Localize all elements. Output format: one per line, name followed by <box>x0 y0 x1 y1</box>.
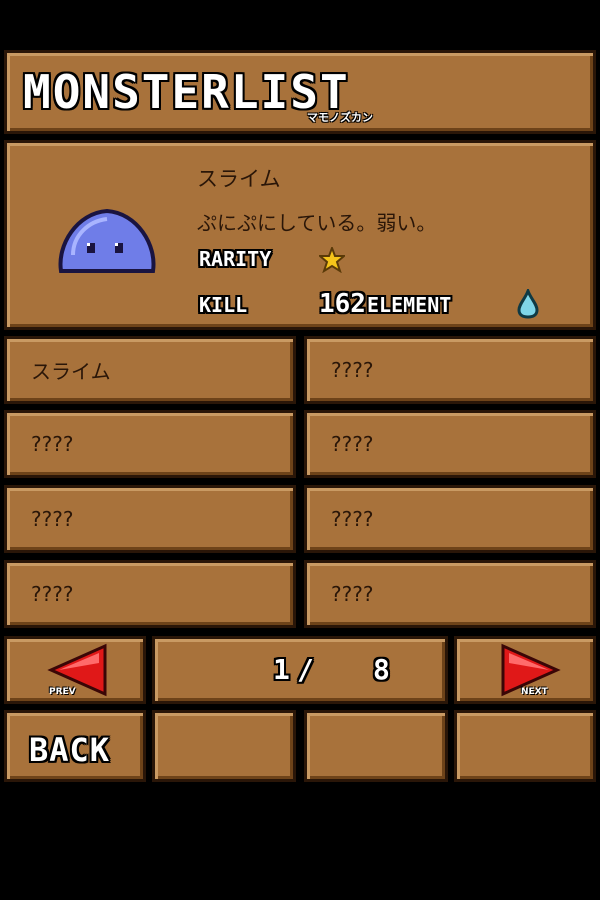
list-item-label: スライム <box>31 359 111 384</box>
list-item[interactable]: ???? <box>304 560 596 628</box>
back-label: BACK <box>29 731 111 769</box>
list-item-label: ???? <box>331 582 374 606</box>
list-item[interactable]: ???? <box>304 485 596 553</box>
header-panel: MONSTERLIST マモノズカン <box>4 50 596 134</box>
monster-detail-panel: スライム ぷにぷにしている。弱い。 RARITY KILL 162 ELEMEN… <box>4 140 596 330</box>
rarity-star-icon <box>319 247 345 273</box>
monster-name: スライム <box>197 167 281 191</box>
list-item-label: ???? <box>31 432 74 456</box>
next-button[interactable]: NEXT <box>454 636 596 704</box>
next-label: NEXT <box>521 687 548 697</box>
empty-slot <box>454 710 596 782</box>
page-separator: / <box>297 653 314 686</box>
monster-description: ぷにぷにしている。弱い。 <box>197 211 437 235</box>
page-indicator: 1 / 8 <box>152 636 448 704</box>
list-item-label: ???? <box>331 358 374 382</box>
empty-slot <box>152 710 296 782</box>
list-item[interactable]: ???? <box>304 336 596 404</box>
rarity-label: RARITY <box>199 247 272 271</box>
list-item-label: ???? <box>331 432 374 456</box>
element-label: ELEMENT <box>367 293 452 317</box>
prev-button[interactable]: PREV <box>4 636 146 704</box>
list-item[interactable]: ???? <box>4 410 296 478</box>
list-item[interactable]: ???? <box>4 485 296 553</box>
water-drop-icon <box>517 289 539 319</box>
list-item[interactable]: ???? <box>304 410 596 478</box>
page-total: 8 <box>373 653 390 686</box>
slime-icon <box>58 208 156 273</box>
empty-slot <box>304 710 448 782</box>
page-title: MONSTERLIST <box>23 65 350 119</box>
list-item[interactable]: ???? <box>4 560 296 628</box>
list-item-label: ???? <box>31 507 74 531</box>
list-item[interactable]: スライム <box>4 336 296 404</box>
prev-label: PREV <box>49 687 76 697</box>
kill-label: KILL <box>199 293 248 317</box>
page-current: 1 <box>273 653 290 686</box>
page-subtitle: マモノズカン <box>307 111 373 124</box>
list-item-label: ???? <box>31 582 74 606</box>
list-item-label: ???? <box>331 507 374 531</box>
back-button[interactable]: BACK <box>4 710 146 782</box>
kill-count: 162 <box>319 289 366 319</box>
